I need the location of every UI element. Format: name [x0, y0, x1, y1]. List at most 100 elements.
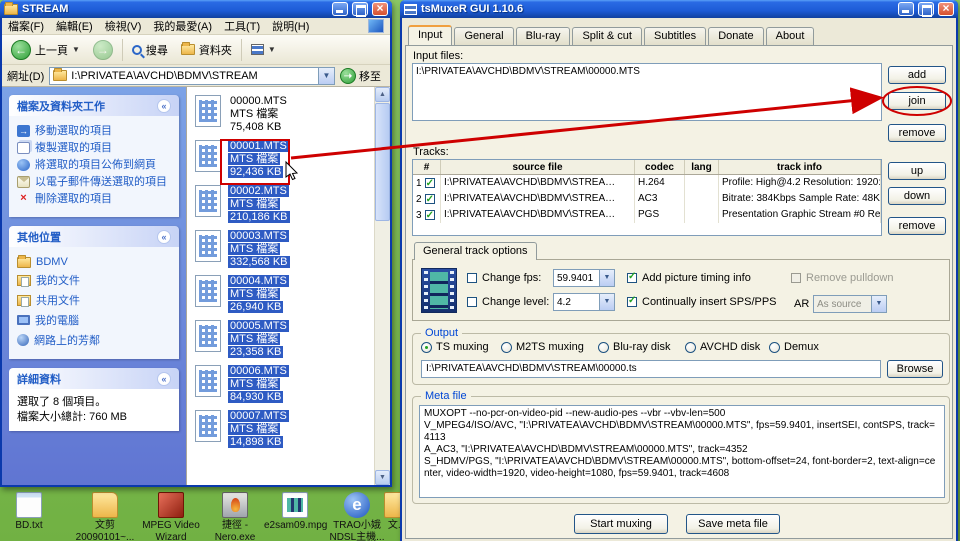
- chevron-down-icon[interactable]: ▼: [599, 270, 614, 286]
- track-checkbox[interactable]: [425, 178, 435, 188]
- remove-input-button[interactable]: remove: [888, 124, 946, 142]
- desktop-icon-nero[interactable]: 捷徑 - Nero.exe: [204, 492, 266, 541]
- checkbox-icon[interactable]: [627, 273, 637, 283]
- file-item-00000[interactable]: 00000.MTS MTS 檔案 75,408 KB: [191, 93, 388, 138]
- place-my-documents[interactable]: 我的文件: [17, 272, 171, 288]
- desktop-icon-bd-txt[interactable]: BD.txt: [0, 492, 60, 532]
- place-bdmv[interactable]: BDMV: [17, 256, 171, 268]
- task-publish[interactable]: 將選取的項目公佈到網頁: [17, 159, 171, 172]
- start-muxing-button[interactable]: Start muxing: [574, 514, 668, 534]
- file-item-00003[interactable]: 00003.MTS MTS 檔案 332,568 KB: [191, 228, 388, 273]
- minimize-button[interactable]: [898, 2, 914, 16]
- meta-file-textarea[interactable]: MUXOPT --no-pcr-on-video-pid --new-audio…: [419, 405, 945, 498]
- input-file-item[interactable]: I:\PRIVATEA\AVCHD\BDMV\STREAM\00000.MTS: [416, 66, 878, 77]
- menu-tools[interactable]: 工具(T): [224, 18, 260, 34]
- menu-view[interactable]: 檢視(V): [105, 18, 142, 34]
- chevron-down-icon[interactable]: ▼: [871, 296, 886, 312]
- search-button[interactable]: 搜尋: [128, 40, 172, 60]
- checkbox-icon[interactable]: [627, 297, 637, 307]
- track-row-3[interactable]: 3 I:\PRIVATEA\AVCHD\BDMV\STREA… PGS Pres…: [413, 207, 881, 223]
- radio-icon[interactable]: [501, 342, 512, 353]
- add-button[interactable]: add: [888, 66, 946, 84]
- tracks-table[interactable]: # source file codec lang track info 1 I:…: [412, 159, 882, 236]
- task-email[interactable]: 以電子郵件傳送選取的項目: [17, 176, 171, 189]
- folders-button[interactable]: 資料夾: [177, 40, 236, 60]
- tab-input[interactable]: Input: [408, 25, 452, 45]
- task-delete[interactable]: × 刪除選取的項目: [17, 193, 171, 206]
- remove-pulldown-checkbox[interactable]: Remove pulldown: [791, 272, 893, 284]
- tab-donate[interactable]: Donate: [708, 27, 763, 45]
- menu-help[interactable]: 說明(H): [272, 18, 309, 34]
- radio-icon[interactable]: [685, 342, 696, 353]
- file-item-00005[interactable]: 00005.MTS MTS 檔案 23,358 KB: [191, 318, 388, 363]
- desktop-icon-mpg[interactable]: e2sam09.mpg: [264, 492, 326, 532]
- collapse-icon[interactable]: «: [157, 99, 171, 113]
- checkbox-icon[interactable]: [791, 273, 801, 283]
- task-copy[interactable]: 複製選取的項目: [17, 142, 171, 155]
- join-button[interactable]: join: [888, 92, 946, 110]
- radio-icon[interactable]: [769, 342, 780, 353]
- details-header[interactable]: 詳細資料 «: [9, 368, 179, 389]
- views-button[interactable]: ▼: [247, 42, 280, 57]
- maximize-button[interactable]: [352, 2, 368, 16]
- radio-m2ts-muxing[interactable]: M2TS muxing: [501, 341, 584, 353]
- track-down-button[interactable]: down: [888, 187, 946, 205]
- file-item-00004[interactable]: 00004.MTS MTS 檔案 26,940 KB: [191, 273, 388, 318]
- save-meta-file-button[interactable]: Save meta file: [686, 514, 780, 534]
- track-row-1[interactable]: 1 I:\PRIVATEA\AVCHD\BDMV\STREA… H.264 Pr…: [413, 175, 881, 191]
- level-combo[interactable]: 4.2 ▼: [553, 293, 615, 311]
- track-checkbox[interactable]: [425, 194, 435, 204]
- place-network[interactable]: 網路上的芳鄰: [17, 332, 171, 348]
- browse-button[interactable]: Browse: [887, 360, 943, 378]
- address-input[interactable]: I:\PRIVATEA\AVCHD\BDMV\STREAM ▼: [49, 67, 335, 85]
- track-up-button[interactable]: up: [888, 162, 946, 180]
- radio-icon[interactable]: [421, 342, 432, 353]
- file-item-00007[interactable]: 00007.MTS MTS 檔案 14,898 KB: [191, 408, 388, 453]
- close-button[interactable]: [372, 2, 388, 16]
- desktop-icon-mpeg-wizard[interactable]: MPEG Video Wizard: [140, 492, 202, 541]
- radio-bluray-disk[interactable]: Blu-ray disk: [598, 341, 670, 353]
- radio-avchd-disk[interactable]: AVCHD disk: [685, 341, 760, 353]
- vertical-scrollbar[interactable]: ▲ ▼: [374, 87, 390, 485]
- scroll-down-button[interactable]: ▼: [375, 470, 390, 485]
- place-my-computer[interactable]: 我的電腦: [17, 312, 171, 328]
- tab-subtitles[interactable]: Subtitles: [644, 27, 706, 45]
- tab-bluray[interactable]: Blu-ray: [516, 27, 571, 45]
- checkbox-icon[interactable]: [467, 273, 477, 283]
- forward-button[interactable]: →: [89, 38, 117, 62]
- tsmuxer-titlebar[interactable]: tsMuxeR GUI 1.10.6: [400, 0, 958, 18]
- collapse-icon[interactable]: «: [157, 230, 171, 244]
- task-move[interactable]: → 移動選取的項目: [17, 125, 171, 138]
- file-item-00002[interactable]: 00002.MTS MTS 檔案 210,186 KB: [191, 183, 388, 228]
- radio-icon[interactable]: [598, 342, 609, 353]
- general-track-options-tab[interactable]: General track options: [414, 242, 537, 260]
- file-item-00001[interactable]: 00001.MTS MTS 檔案 92,436 KB: [191, 138, 388, 183]
- scrollbar-thumb[interactable]: [375, 103, 390, 221]
- track-row-2[interactable]: 2 I:\PRIVATEA\AVCHD\BDMV\STREA… AC3 Bitr…: [413, 191, 881, 207]
- tab-general[interactable]: General: [454, 27, 513, 45]
- ar-combo[interactable]: As source ▼: [813, 295, 887, 313]
- collapse-icon[interactable]: «: [157, 372, 171, 386]
- back-button[interactable]: ← 上一頁 ▼: [7, 38, 84, 62]
- file-tasks-header[interactable]: 檔案及資料夾工作 «: [9, 95, 179, 116]
- add-picture-timing-checkbox[interactable]: Add picture timing info: [627, 272, 751, 284]
- change-level-checkbox[interactable]: Change level:: [467, 296, 549, 308]
- output-path-input[interactable]: I:\PRIVATEA\AVCHD\BDMV\STREAM\00000.ts: [421, 360, 881, 378]
- checkbox-icon[interactable]: [467, 297, 477, 307]
- track-remove-button[interactable]: remove: [888, 217, 946, 235]
- other-places-header[interactable]: 其他位置 «: [9, 226, 179, 247]
- track-checkbox[interactable]: [425, 210, 435, 220]
- explorer-titlebar[interactable]: STREAM: [0, 0, 392, 18]
- menu-file[interactable]: 檔案(F): [8, 18, 44, 34]
- radio-ts-muxing[interactable]: TS muxing: [421, 341, 489, 353]
- fps-combo[interactable]: 59.9401 ▼: [553, 269, 615, 287]
- tab-split-cut[interactable]: Split & cut: [572, 27, 642, 45]
- go-button[interactable]: ➝ 移至: [340, 68, 385, 84]
- chevron-down-icon[interactable]: ▼: [599, 294, 614, 310]
- menu-favorites[interactable]: 我的最愛(A): [153, 18, 212, 34]
- tab-about[interactable]: About: [766, 27, 815, 45]
- minimize-button[interactable]: [332, 2, 348, 16]
- place-shared-documents[interactable]: 共用文件: [17, 292, 171, 308]
- continually-insert-sps-checkbox[interactable]: Continually insert SPS/PPS: [627, 296, 777, 308]
- file-item-00006[interactable]: 00006.MTS MTS 檔案 84,930 KB: [191, 363, 388, 408]
